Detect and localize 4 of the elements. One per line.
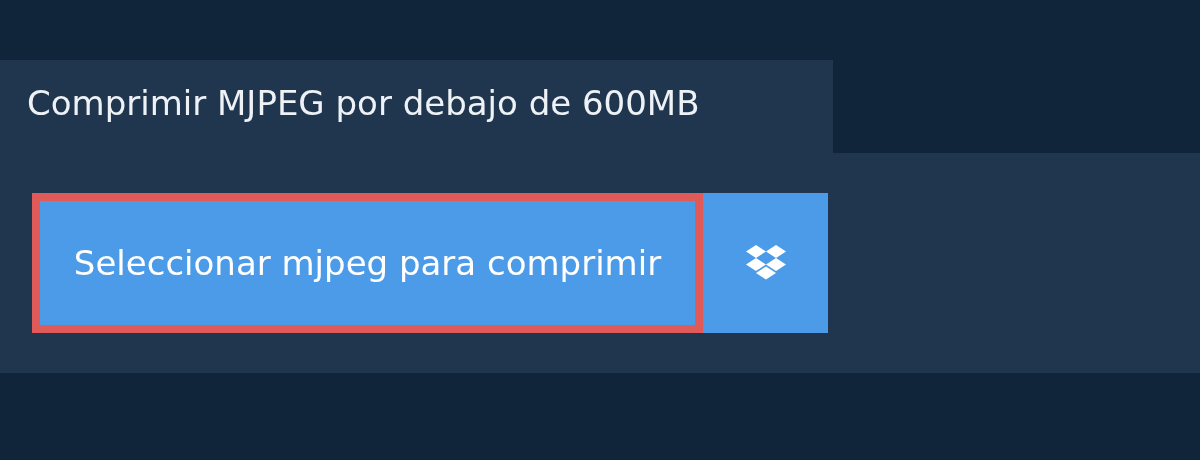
select-file-button[interactable]: Seleccionar mjpeg para comprimir: [32, 193, 703, 333]
page-title: Comprimir MJPEG por debajo de 600MB: [0, 60, 833, 153]
dropbox-icon: [744, 245, 787, 281]
dropbox-button[interactable]: [703, 193, 828, 333]
